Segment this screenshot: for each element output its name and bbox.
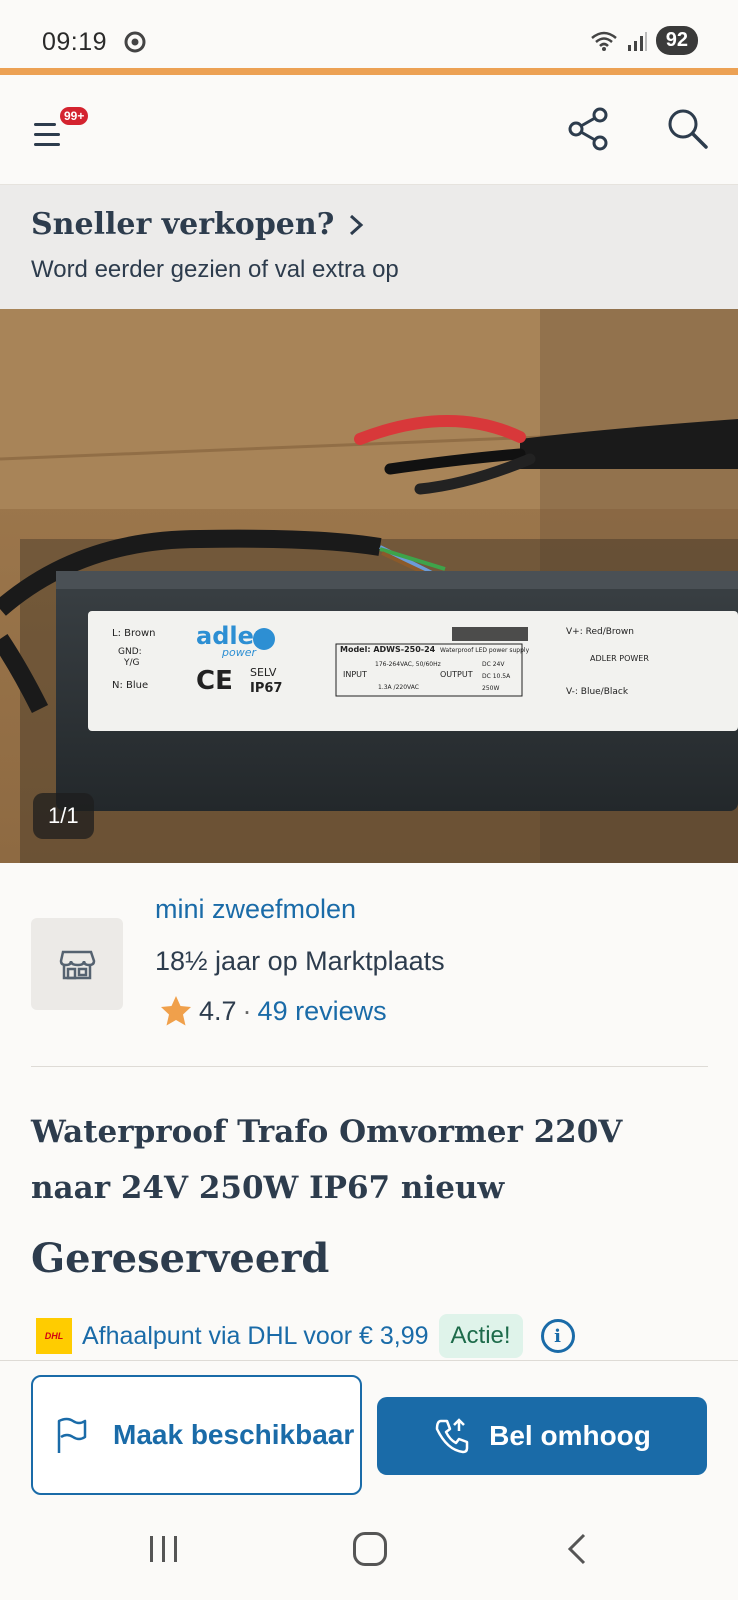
bump-label: Bel omhoog	[489, 1420, 651, 1451]
seller-rating: 4.7 · 49 reviews	[159, 994, 387, 1028]
status-bar: 09:19 92	[0, 0, 738, 68]
chevron-right-icon	[350, 214, 364, 235]
dhl-logo: DHL	[36, 1318, 72, 1354]
promo-badge: Actie!	[438, 1314, 523, 1358]
label-selv: SELV	[250, 666, 277, 679]
status-right: 92	[590, 26, 698, 55]
promo-title: Sneller verkopen?	[31, 207, 707, 242]
promo-subtitle: Word eerder gezien of val extra op	[31, 256, 399, 283]
flag-icon	[57, 1417, 87, 1453]
menu-button[interactable]: 99+	[30, 107, 89, 153]
recent-apps-icon[interactable]	[148, 1534, 180, 1564]
shipping-row: DHL Afhaalpunt via DHL voor € 3,99 Actie…	[36, 1314, 575, 1358]
promo-banner[interactable]: Sneller verkopen? Word eerder gezien of …	[0, 185, 738, 309]
star-shape	[161, 996, 191, 1026]
bump-button[interactable]: Bel omhoog	[377, 1397, 707, 1475]
status-time: 09:19	[42, 28, 108, 56]
label-out-v: DC 24V	[482, 661, 505, 668]
ad-title: Waterproof Trafo Omvormer 220V naar 24V …	[31, 1114, 623, 1206]
share-icon[interactable]	[564, 105, 612, 153]
label-yg: Y/G	[123, 658, 140, 668]
label-model: Model: ADWS-250-24	[340, 645, 436, 654]
header-accent-line	[0, 68, 738, 75]
seller-member-since: 18½ jaar op Marktplaats	[155, 946, 445, 976]
ad-status: Gereserveerd	[31, 1235, 330, 1282]
rating-separator: ·	[242, 995, 252, 1026]
promo-title-text: Sneller verkopen?	[31, 207, 335, 242]
make-available-label: Maak beschikbaar	[113, 1419, 355, 1450]
label-out-a: DC 10.5A	[482, 673, 511, 680]
label-brand-sub: power	[221, 646, 257, 659]
label-ce: CE	[196, 666, 233, 696]
back-icon[interactable]	[562, 1532, 592, 1566]
label-in: INPUT	[343, 670, 367, 679]
shipping-text: Afhaalpunt via DHL voor € 3,99	[82, 1321, 429, 1350]
label-ip: IP67	[250, 681, 282, 696]
label-in-a: 1.3A /220VAC	[378, 684, 419, 691]
label-out: OUTPUT	[440, 670, 473, 679]
label-waterproof: Waterproof LED power supply	[440, 647, 530, 654]
label-l-brown: L: Brown	[112, 628, 156, 639]
seller-name[interactable]: mini zweefmolen	[155, 894, 356, 925]
store-icon	[59, 950, 96, 980]
label-n-blue: N: Blue	[112, 680, 148, 691]
app-header: 99+	[0, 75, 738, 185]
product-image: L: Brown GND: Y/G N: Blue adler power CE…	[0, 309, 738, 863]
image-counter: 1/1	[33, 793, 94, 839]
make-available-button[interactable]: Maak beschikbaar	[31, 1375, 362, 1495]
seller-card[interactable]: mini zweefmolen 18½ jaar op Marktplaats …	[31, 880, 708, 1067]
signal-icon	[627, 31, 647, 51]
system-nav-bar	[0, 1502, 738, 1600]
notification-badge: 99+	[60, 107, 89, 125]
info-icon: i	[554, 1325, 561, 1347]
wifi-icon	[590, 31, 617, 51]
label-maker: ADLER POWER	[590, 654, 649, 663]
label-gnd: GND:	[118, 647, 142, 657]
action-bar: Maak beschikbaar Bel omhoog	[0, 1360, 738, 1502]
rating-value: 4.7	[199, 995, 237, 1026]
phone-up-icon	[435, 1418, 469, 1454]
chrome-icon	[124, 31, 146, 53]
label-in-v: 176-264VAC, 50/60Hz	[375, 661, 441, 668]
reviews-link[interactable]: 49 reviews	[258, 996, 387, 1027]
label-out-w: 250W	[482, 685, 499, 692]
star-icon	[161, 996, 191, 1026]
label-vplus: V+: Red/Brown	[566, 627, 634, 637]
home-icon[interactable]	[353, 1532, 387, 1566]
info-button[interactable]: i	[540, 1319, 575, 1353]
label-vminus: V-: Blue/Black	[566, 687, 629, 697]
battery-indicator: 92	[655, 26, 698, 55]
search-icon[interactable]	[664, 105, 712, 153]
seller-avatar	[31, 918, 123, 1010]
product-photo[interactable]: L: Brown GND: Y/G N: Blue adler power CE…	[0, 309, 738, 863]
